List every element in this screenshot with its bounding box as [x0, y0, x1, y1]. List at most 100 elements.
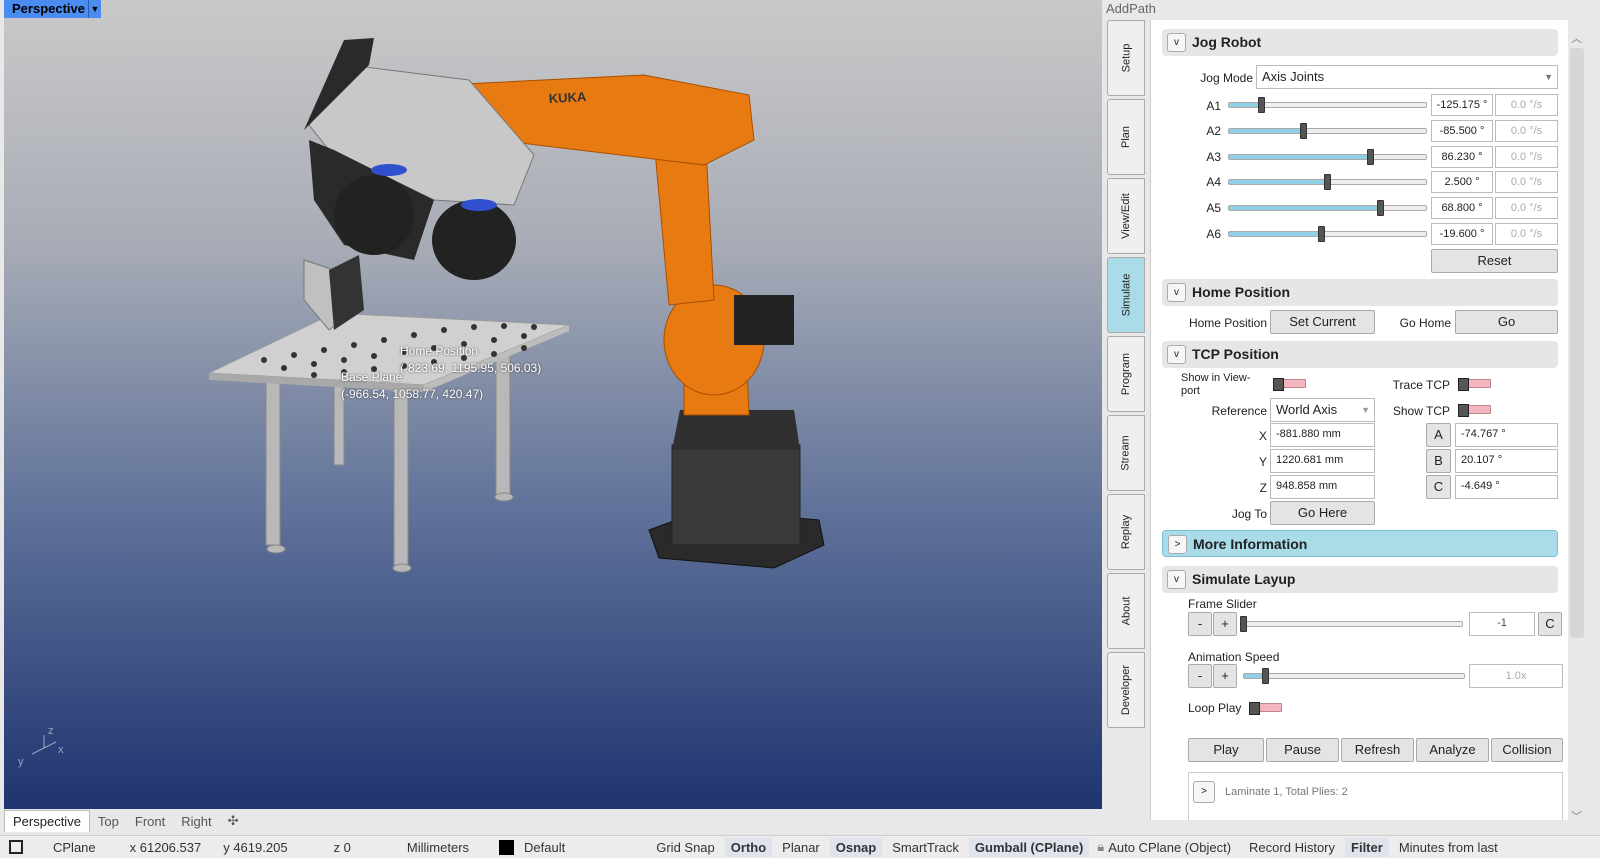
axis-slider[interactable] [1228, 200, 1427, 216]
frame-minus-button[interactable]: - [1188, 612, 1212, 636]
slider-thumb[interactable] [1262, 668, 1269, 684]
jog-robot-header[interactable]: v Jog Robot [1162, 29, 1558, 56]
chevron-right-icon[interactable]: > [1168, 535, 1187, 554]
chevron-right-icon[interactable]: > [1193, 781, 1215, 803]
show-in-viewport-toggle[interactable] [1273, 378, 1306, 391]
slider-thumb[interactable] [1366, 149, 1374, 165]
tab-perspective[interactable]: Perspective [4, 810, 90, 832]
slider-thumb[interactable] [1317, 226, 1325, 242]
chevron-down-icon[interactable]: v [1167, 345, 1186, 364]
gumball-toggle[interactable]: Gumball (CPlane) [968, 837, 1090, 857]
jog-mode-select[interactable]: Axis Joints ▼ [1256, 65, 1558, 89]
show-tcp-toggle[interactable] [1458, 404, 1491, 417]
filter-toggle[interactable]: Filter [1345, 837, 1389, 857]
side-tab-simulate[interactable]: Simulate [1107, 257, 1145, 333]
speed-minus-button[interactable]: - [1188, 664, 1212, 688]
plus-icon[interactable]: ✣ [220, 810, 247, 832]
side-tab-plan[interactable]: Plan [1107, 99, 1145, 175]
scroll-down-icon[interactable]: ﹀ [1571, 808, 1582, 824]
auto-cplane-toggle[interactable]: Auto CPlane (Object) [1108, 840, 1231, 855]
viewport-name-label[interactable]: Perspective [4, 0, 93, 18]
chevron-down-icon[interactable]: v [1167, 570, 1186, 589]
side-tab-replay[interactable]: Replay [1107, 494, 1145, 570]
axis-slider[interactable] [1228, 174, 1427, 190]
grid-snap-toggle[interactable]: Grid Snap [656, 840, 715, 855]
lock-icon[interactable]: 🔒︎ [1097, 839, 1104, 855]
frame-plus-button[interactable]: + [1213, 612, 1237, 636]
viewport-dropdown-icon[interactable]: ▼ [88, 0, 101, 18]
axis-slider[interactable] [1228, 123, 1427, 139]
side-tab-program[interactable]: Program [1107, 336, 1145, 412]
axis-value-field[interactable]: 68.800 ° [1431, 197, 1493, 219]
axis-speed-field[interactable]: 0.0 °/s [1495, 197, 1558, 219]
b-label[interactable]: B [1426, 449, 1451, 473]
planar-toggle[interactable]: Planar [782, 840, 820, 855]
tab-right[interactable]: Right [173, 811, 219, 832]
set-current-button[interactable]: Set Current [1270, 310, 1375, 334]
slider-thumb[interactable] [1258, 97, 1266, 113]
side-tab-view-edit[interactable]: View/Edit [1107, 178, 1145, 254]
axis-value-field[interactable]: -19.600 ° [1431, 223, 1493, 245]
status-cplane[interactable]: CPlane [53, 840, 96, 855]
status-units[interactable]: Millimeters [407, 840, 469, 855]
axis-speed-field[interactable]: 0.0 °/s [1495, 146, 1558, 168]
a-label[interactable]: A [1426, 423, 1451, 447]
animation-speed-slider[interactable] [1243, 668, 1465, 684]
simulate-layup-header[interactable]: v Simulate Layup [1162, 566, 1558, 593]
animation-speed-field[interactable]: 1.0x [1469, 664, 1563, 688]
axis-slider[interactable] [1228, 226, 1427, 242]
side-tab-setup[interactable]: Setup [1107, 20, 1145, 96]
b-field[interactable]: 20.107 ° [1455, 449, 1558, 473]
chevron-down-icon[interactable]: v [1167, 283, 1186, 302]
slider-thumb[interactable] [1323, 174, 1331, 190]
frame-slider[interactable] [1240, 616, 1463, 632]
ortho-toggle[interactable]: Ortho [724, 837, 773, 857]
axis-value-field[interactable]: -125.175 ° [1431, 94, 1493, 116]
record-history-toggle[interactable]: Record History [1249, 840, 1335, 855]
refresh-button[interactable]: Refresh [1341, 738, 1414, 762]
collision-button[interactable]: Collision [1491, 738, 1563, 762]
frame-c-button[interactable]: C [1538, 612, 1562, 636]
axis-speed-field[interactable]: 0.0 °/s [1495, 94, 1558, 116]
axis-speed-field[interactable]: 0.0 °/s [1495, 171, 1558, 193]
slider-thumb[interactable] [1240, 616, 1247, 632]
cplane-icon[interactable] [9, 840, 23, 854]
tcp-position-header[interactable]: v TCP Position [1162, 341, 1558, 368]
reference-select[interactable]: World Axis ▼ [1270, 398, 1375, 422]
c-field[interactable]: -4.649 ° [1455, 475, 1558, 499]
axis-value-field[interactable]: 2.500 ° [1431, 171, 1493, 193]
reset-button[interactable]: Reset [1431, 249, 1558, 273]
x-field[interactable]: -881.880 mm [1270, 423, 1375, 447]
tab-top[interactable]: Top [90, 811, 127, 832]
loop-play-toggle[interactable] [1249, 702, 1282, 715]
trace-tcp-toggle[interactable] [1458, 378, 1491, 391]
analyze-button[interactable]: Analyze [1416, 738, 1489, 762]
speed-plus-button[interactable]: + [1213, 664, 1237, 688]
side-tab-developer[interactable]: Developer [1107, 652, 1145, 728]
osnap-toggle[interactable]: Osnap [829, 837, 883, 857]
status-layer[interactable]: Default [524, 840, 565, 855]
axis-slider[interactable] [1228, 149, 1427, 165]
a-field[interactable]: -74.767 ° [1455, 423, 1558, 447]
frame-value-field[interactable]: -1 [1469, 612, 1535, 636]
axis-value-field[interactable]: 86.230 ° [1431, 146, 1493, 168]
scroll-up-icon[interactable]: ︿ [1571, 30, 1582, 46]
pause-button[interactable]: Pause [1266, 738, 1339, 762]
play-button[interactable]: Play [1188, 738, 1264, 762]
go-button[interactable]: Go [1455, 310, 1558, 334]
c-label[interactable]: C [1426, 475, 1451, 499]
z-field[interactable]: 948.858 mm [1270, 475, 1375, 499]
tab-front[interactable]: Front [127, 811, 173, 832]
panel-scrollbar-thumb[interactable] [1570, 48, 1584, 638]
axis-speed-field[interactable]: 0.0 °/s [1495, 223, 1558, 245]
chevron-down-icon[interactable]: v [1167, 33, 1186, 52]
home-position-header[interactable]: v Home Position [1162, 279, 1558, 306]
axis-value-field[interactable]: -85.500 ° [1431, 120, 1493, 142]
slider-thumb[interactable] [1376, 200, 1384, 216]
go-here-button[interactable]: Go Here [1270, 501, 1375, 525]
axis-slider[interactable] [1228, 97, 1427, 113]
smarttrack-toggle[interactable]: SmartTrack [892, 840, 959, 855]
y-field[interactable]: 1220.681 mm [1270, 449, 1375, 473]
viewport-perspective[interactable]: KUKA z x y Home Position (-823.69, 1195.… [4, 0, 1102, 809]
side-tab-about[interactable]: About [1107, 573, 1145, 649]
